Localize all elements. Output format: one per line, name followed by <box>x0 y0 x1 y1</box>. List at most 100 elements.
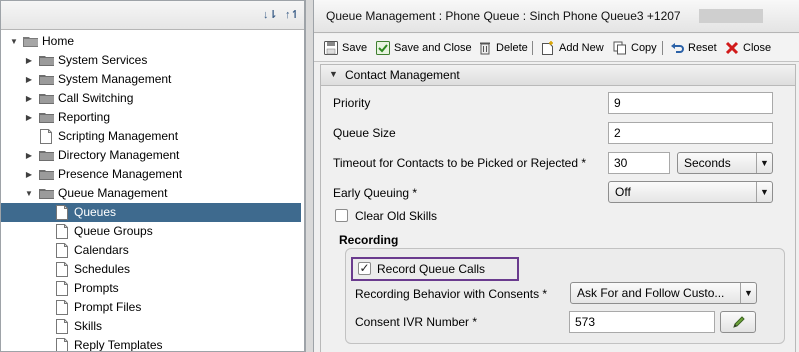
clear-old-skills-checkbox[interactable] <box>335 209 348 222</box>
page-icon <box>56 300 68 315</box>
tree-item-label: Queues <box>74 205 117 219</box>
queue-size-input[interactable]: 2 <box>608 122 773 144</box>
page-icon <box>56 281 68 296</box>
collapsed-arrow-icon[interactable]: ▶ <box>24 165 34 184</box>
tree-item-system-management[interactable]: ▶ System Management <box>1 70 301 89</box>
copy-icon <box>613 41 626 55</box>
folder-icon <box>39 75 54 85</box>
title-bar: Queue Management : Phone Queue : Sinch P… <box>314 0 799 33</box>
timeout-label: Timeout for Contacts to be Picked or Rej… <box>333 156 587 170</box>
tree-item-label: Prompt Files <box>74 300 142 314</box>
priority-label: Priority <box>333 96 371 110</box>
recording-group-label: Recording <box>339 233 399 247</box>
page-icon <box>56 338 68 351</box>
close-label: Close <box>743 42 772 54</box>
tree-item-prompt-files[interactable]: Prompt Files <box>1 298 301 317</box>
folder-icon <box>39 56 54 66</box>
save-and-close-label: Save and Close <box>394 42 472 54</box>
recording-behavior-value: Ask For and Follow Custo... <box>577 286 725 300</box>
tree-item-queues[interactable]: Queues <box>1 203 301 222</box>
tree-item-queue-management[interactable]: ▼ Queue Management <box>1 184 301 203</box>
page-icon <box>56 243 68 258</box>
tree-item-system-services[interactable]: ▶ System Services <box>1 51 301 70</box>
collapsed-arrow-icon[interactable]: ▶ <box>24 146 34 165</box>
collapsed-arrow-icon[interactable]: ▶ <box>24 51 34 70</box>
timeout-unit-value: Seconds <box>684 156 731 170</box>
reset-label: Reset <box>688 42 717 54</box>
timeout-unit-select[interactable]: Seconds ▼ <box>677 152 773 174</box>
navigation-panel: ↓⇂ ↑↿ ▼ Home ▶ System Services ▶ System … <box>0 0 306 352</box>
edit-ivr-button[interactable] <box>720 311 756 333</box>
tree-item-reporting[interactable]: ▶ Reporting <box>1 108 301 127</box>
expanded-arrow-icon[interactable]: ▼ <box>9 32 19 51</box>
tree-item-label: Presence Management <box>58 167 183 181</box>
record-queue-calls-label: Record Queue Calls <box>377 262 486 276</box>
tree-item-label: Queue Groups <box>74 224 153 238</box>
tree-item-label: Directory Management <box>58 148 180 162</box>
redacted-number <box>699 9 763 23</box>
tree-item-label: Skills <box>74 319 103 333</box>
tree-item-directory-management[interactable]: ▶ Directory Management <box>1 146 301 165</box>
detail-panel: Queue Management : Phone Queue : Sinch P… <box>313 0 799 352</box>
tree-item-label: Home <box>42 34 75 48</box>
timeout-input[interactable]: 30 <box>608 152 670 174</box>
sort-ascending-icon[interactable]: ↑↿ <box>285 8 300 22</box>
page-icon <box>56 224 68 239</box>
tree-item-label: Schedules <box>74 262 131 276</box>
expanded-arrow-icon[interactable]: ▼ <box>24 184 34 203</box>
tree-item-label: Call Switching <box>58 91 134 105</box>
tree-item-prompts[interactable]: Prompts <box>1 279 301 298</box>
toolbar-separator <box>532 41 533 55</box>
folder-icon <box>39 113 54 123</box>
dropdown-arrow-icon: ▼ <box>756 153 772 173</box>
delete-label: Delete <box>496 42 528 54</box>
folder-icon <box>39 151 54 161</box>
tree-item-skills[interactable]: Skills <box>1 317 301 336</box>
trash-icon <box>480 42 490 55</box>
consent-ivr-input[interactable]: 573 <box>569 311 715 333</box>
recording-behavior-select[interactable]: Ask For and Follow Custo... ▼ <box>570 282 757 304</box>
dropdown-arrow-icon: ▼ <box>740 283 756 303</box>
queue-size-label: Queue Size <box>333 126 396 140</box>
tree-item-scripting-management[interactable]: Scripting Management <box>1 127 301 146</box>
action-toolbar: Save Save and Close Delete Add New Copy … <box>314 34 799 62</box>
tree-item-presence-management[interactable]: ▶ Presence Management <box>1 165 301 184</box>
collapsed-arrow-icon[interactable]: ▶ <box>24 89 34 108</box>
tree-item-label: Reporting <box>58 110 111 124</box>
tree-item-label: Prompts <box>74 281 119 295</box>
page-icon <box>56 262 68 277</box>
tree-toolbar: ↓⇂ ↑↿ <box>1 1 304 30</box>
sort-descending-icon[interactable]: ↓⇂ <box>263 8 278 22</box>
tree-item-home[interactable]: ▼ Home <box>1 32 301 51</box>
consent-ivr-label: Consent IVR Number * <box>355 315 478 329</box>
early-queuing-select[interactable]: Off ▼ <box>608 181 773 203</box>
tree-item-call-switching[interactable]: ▶ Call Switching <box>1 89 301 108</box>
tree-item-label: Calendars <box>74 243 129 257</box>
dropdown-arrow-icon: ▼ <box>756 182 772 202</box>
tree-item-schedules[interactable]: Schedules <box>1 260 301 279</box>
tree-item-calendars[interactable]: Calendars <box>1 241 301 260</box>
save-label: Save <box>342 42 368 54</box>
close-x-icon <box>725 41 739 55</box>
tree-item-label: Scripting Management <box>58 129 179 143</box>
collapsed-arrow-icon[interactable]: ▶ <box>24 70 34 89</box>
tree-item-reply-templates[interactable]: Reply Templates <box>1 336 301 352</box>
folder-open-icon <box>39 189 54 199</box>
record-queue-calls-checkbox[interactable]: ✓ <box>358 262 371 275</box>
toolbar-separator <box>662 41 663 55</box>
section-header-contact-management[interactable]: ▼ Contact Management <box>320 64 796 86</box>
page-title: Queue Management : Phone Queue : Sinch P… <box>326 9 681 23</box>
priority-input[interactable]: 9 <box>608 92 773 114</box>
tree-item-label: Reply Templates <box>74 338 163 352</box>
tree-item-queue-groups[interactable]: Queue Groups <box>1 222 301 241</box>
tree-item-label: Queue Management <box>58 186 168 200</box>
recording-behavior-label: Recording Behavior with Consents * <box>355 287 548 301</box>
collapsed-arrow-icon[interactable]: ▶ <box>24 108 34 127</box>
page-icon <box>56 319 68 334</box>
floppy-disk-icon <box>324 41 338 55</box>
page-icon <box>56 205 68 220</box>
collapse-arrow-icon[interactable]: ▼ <box>329 69 338 79</box>
early-queuing-label: Early Queuing * <box>333 186 418 200</box>
contact-management-form: Priority 9 Queue Size 2 Timeout for Cont… <box>320 86 796 352</box>
pencil-icon <box>733 316 745 328</box>
